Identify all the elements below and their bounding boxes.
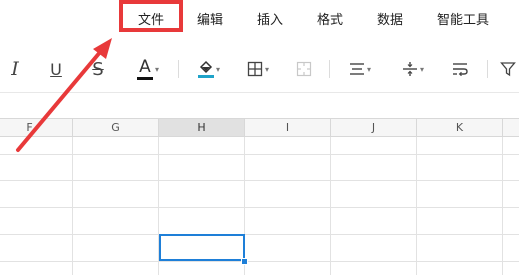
menu-data[interactable]: 数据 — [377, 9, 403, 28]
chevron-down-icon[interactable]: ▾ — [367, 65, 371, 74]
grid-line — [502, 137, 503, 275]
cell-grid[interactable] — [0, 137, 519, 275]
menu-smart-tools[interactable]: 智能工具 — [437, 9, 489, 28]
horizontal-align-icon — [349, 63, 364, 75]
chevron-down-icon[interactable]: ▾ — [155, 65, 159, 74]
menu-insert[interactable]: 插入 — [257, 9, 283, 28]
column-header-i[interactable]: I — [245, 118, 331, 137]
column-header-l[interactable] — [503, 118, 519, 137]
horizontal-align-button[interactable]: ▾ — [342, 46, 378, 92]
grid-line — [330, 137, 331, 275]
fill-color-button[interactable]: ▾ — [190, 46, 228, 92]
grid-line — [0, 207, 519, 208]
filter-icon — [500, 62, 516, 77]
grid-line — [0, 234, 519, 235]
grid-line — [0, 261, 519, 262]
grid-line — [0, 180, 519, 181]
toolbar-divider — [329, 60, 330, 78]
grid-line — [72, 137, 73, 275]
column-header-f[interactable]: F — [0, 118, 73, 137]
font-color-swatch — [136, 76, 153, 80]
underline-button[interactable]: U — [45, 46, 67, 92]
filter-button[interactable] — [500, 46, 519, 92]
fill-color-icon — [197, 60, 214, 78]
chevron-down-icon[interactable]: ▾ — [265, 65, 269, 74]
highlight-annotation-box — [119, 0, 183, 32]
merge-cells-icon — [296, 61, 312, 77]
toolbar-divider — [487, 60, 488, 78]
strikethrough-button[interactable]: S — [87, 46, 109, 92]
column-header-j[interactable]: J — [331, 118, 417, 137]
toolbar-divider — [178, 60, 179, 78]
paint-bucket-icon — [199, 60, 213, 74]
font-color-icon: A — [136, 56, 153, 80]
borders-icon — [247, 61, 263, 77]
menu-bar: 文件 编辑 插入 格式 数据 智能工具 — [0, 0, 519, 36]
vertical-align-icon — [402, 62, 417, 76]
menu-edit[interactable]: 编辑 — [197, 9, 223, 28]
wrap-text-button[interactable] — [449, 46, 471, 92]
merge-cells-button[interactable] — [292, 46, 316, 92]
grid-line — [416, 137, 417, 275]
menu-format[interactable]: 格式 — [317, 9, 343, 28]
grid-line — [0, 154, 519, 155]
italic-button[interactable]: I — [4, 46, 26, 92]
font-color-button[interactable]: A ▾ — [128, 46, 168, 92]
fill-color-swatch — [197, 75, 214, 78]
font-color-glyph: A — [139, 56, 151, 77]
wrap-text-icon — [453, 63, 468, 76]
column-header-k[interactable]: K — [417, 118, 503, 137]
fill-handle[interactable] — [241, 258, 248, 265]
formatting-toolbar: I U S A ▾ ▾ ▾ ▾ ▾ — [0, 46, 519, 92]
column-header-g[interactable]: G — [73, 118, 159, 137]
strikethrough-icon: S — [92, 58, 104, 80]
vertical-align-button[interactable]: ▾ — [395, 46, 431, 92]
italic-icon: I — [11, 58, 19, 80]
selected-cell[interactable] — [159, 234, 245, 261]
formula-bar-area[interactable] — [0, 92, 519, 119]
chevron-down-icon[interactable]: ▾ — [420, 65, 424, 74]
column-header-h[interactable]: H — [159, 118, 245, 137]
chevron-down-icon[interactable]: ▾ — [216, 65, 220, 74]
borders-button[interactable]: ▾ — [240, 46, 276, 92]
underline-icon: U — [50, 59, 62, 79]
